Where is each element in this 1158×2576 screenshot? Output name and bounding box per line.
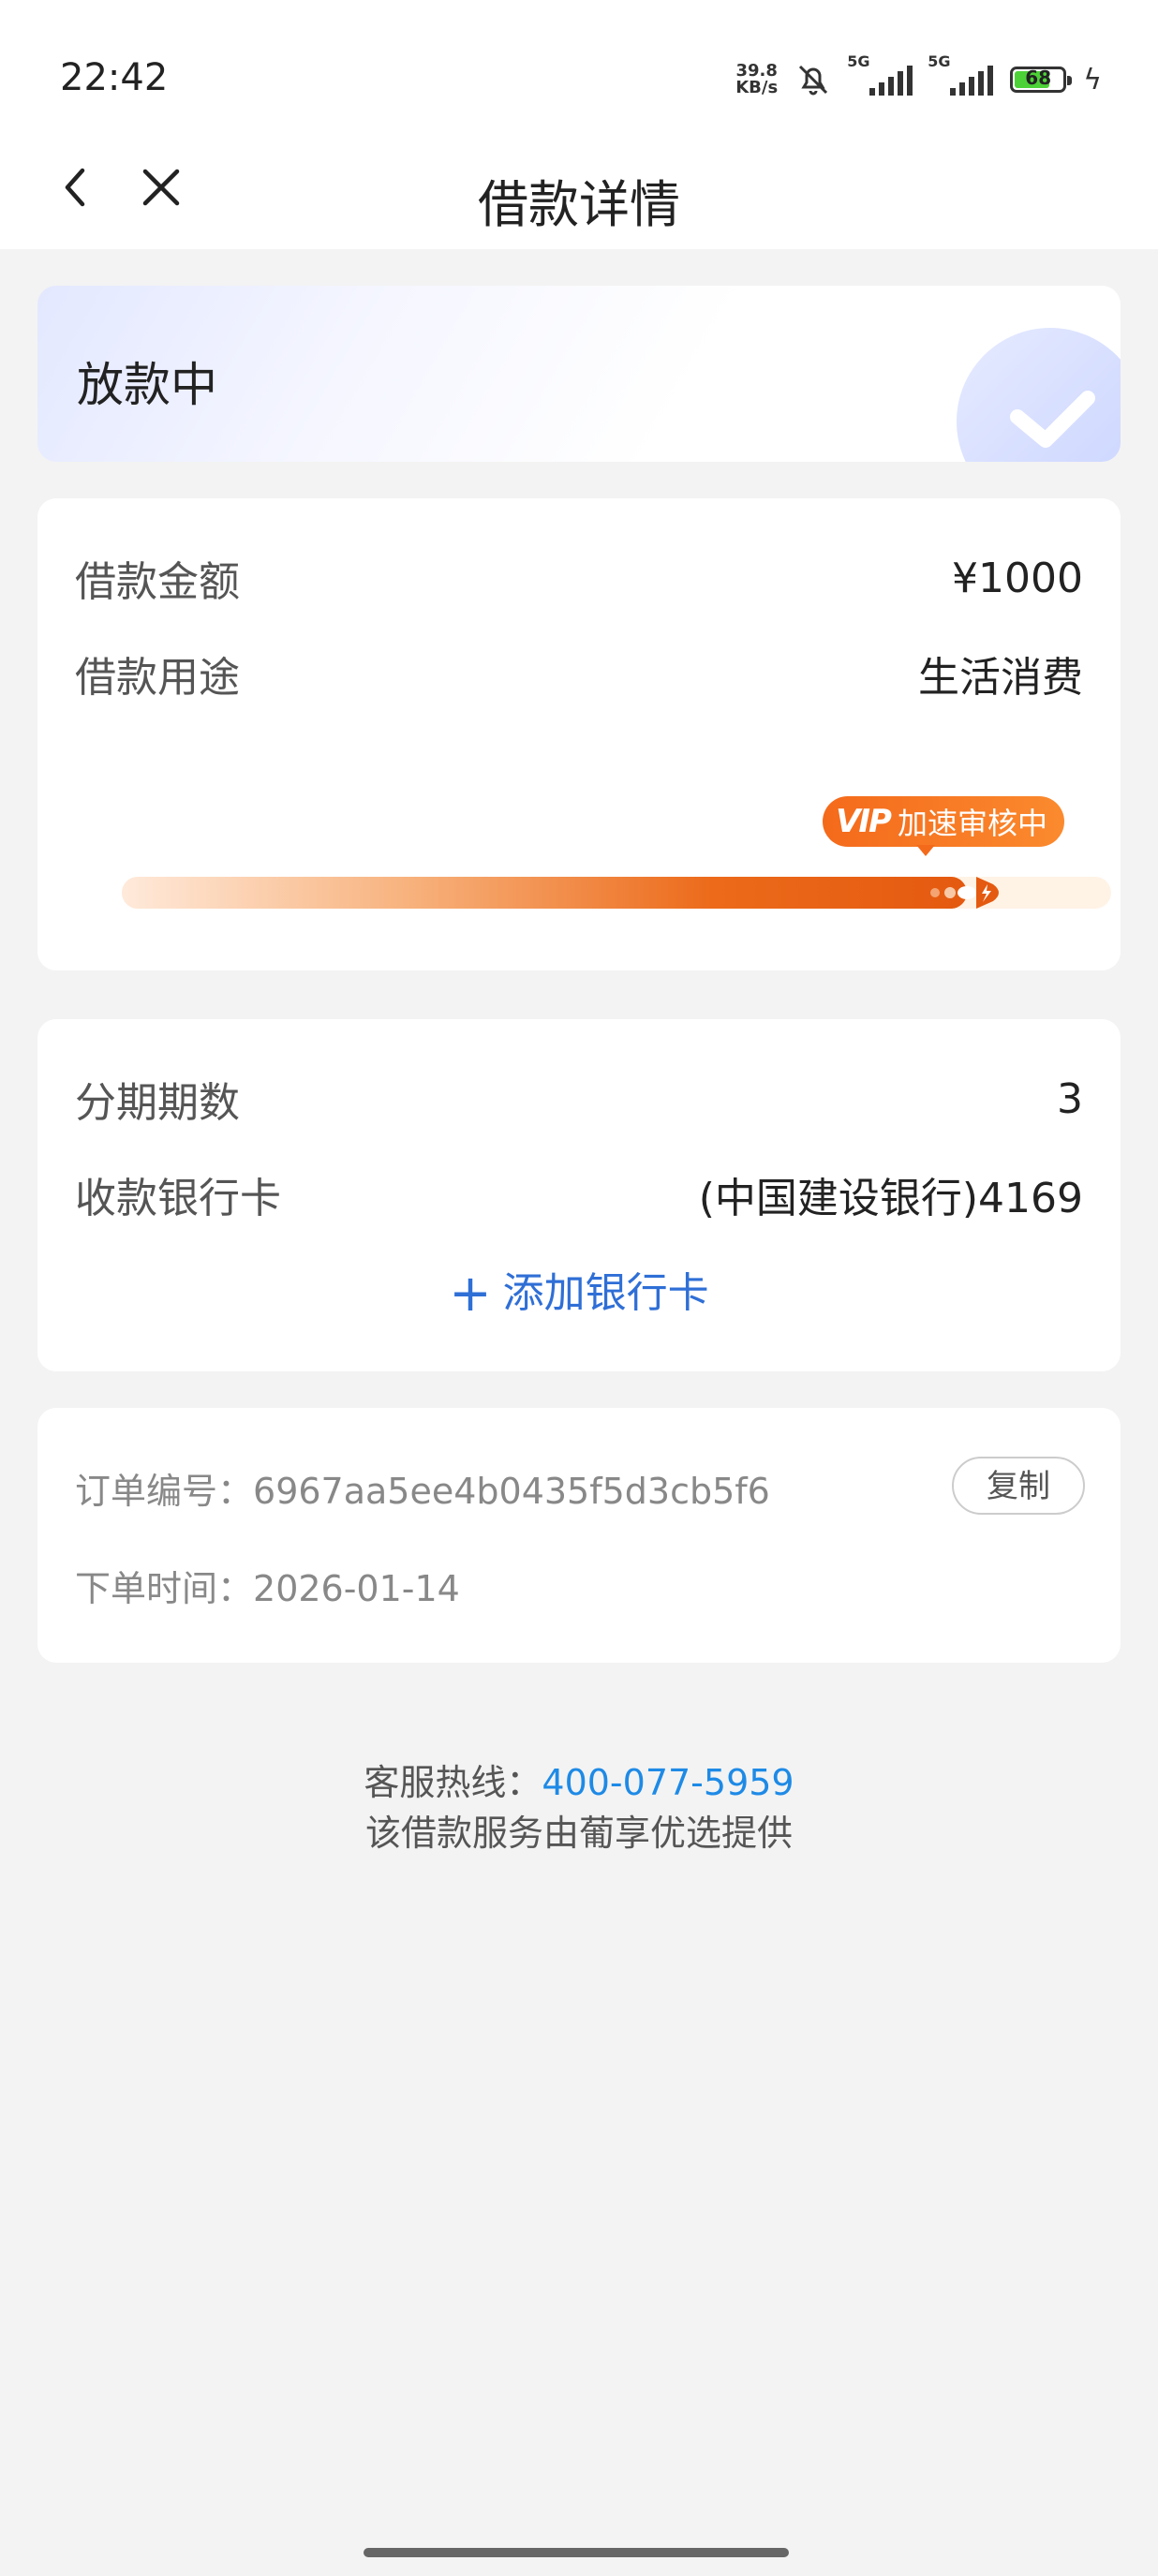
amount-row: 借款金额 ¥1000 bbox=[75, 545, 1083, 611]
purpose-label: 借款用途 bbox=[75, 654, 240, 702]
bank-card-row: 收款银行卡 (中国建设银行)4169 bbox=[75, 1162, 1083, 1227]
rocket-icon bbox=[930, 877, 999, 909]
signal-icon: 5G bbox=[847, 52, 913, 96]
page-title: 借款详情 bbox=[478, 175, 680, 234]
plus-icon: + bbox=[449, 1264, 492, 1323]
installment-card: 分期期数 3 收款银行卡 (中国建设银行)4169 + 添加银行卡 bbox=[37, 1019, 1121, 1371]
order-info-card: 订单编号：6967aa5ee4b0435f5d3cb5f6 复制 下单时间：20… bbox=[37, 1408, 1121, 1663]
add-bank-card-label: 添加银行卡 bbox=[502, 1269, 709, 1317]
provider-text: 该借款服务由葡享优选提供 bbox=[364, 1813, 793, 1854]
loan-status-card: 放款中 bbox=[37, 286, 1121, 462]
network-speed-unit: KB/s bbox=[735, 78, 779, 97]
order-time-row: 下单时间：2026-01-14 bbox=[75, 1560, 460, 1611]
vip-badge: VIP 加速审核中 bbox=[823, 796, 1064, 856]
bank-card-label: 收款银行卡 bbox=[75, 1175, 281, 1222]
order-id-value: 6967aa5ee4b0435f5d3cb5f6 bbox=[253, 1471, 770, 1512]
progress-fill bbox=[122, 877, 967, 909]
hotline-label: 客服热线： bbox=[364, 1762, 542, 1803]
order-id-label: 订单编号： bbox=[75, 1471, 254, 1512]
signal-1-tag: 5G bbox=[847, 52, 870, 70]
signal-icon: 5G bbox=[928, 52, 994, 96]
hotline-number-link[interactable]: 400-077-5959 bbox=[542, 1762, 794, 1803]
add-bank-card-button[interactable]: + 添加银行卡 bbox=[37, 1259, 1121, 1323]
vip-mark: VIP bbox=[836, 803, 892, 840]
amount-label: 借款金额 bbox=[75, 558, 240, 606]
periods-label: 分期期数 bbox=[75, 1079, 240, 1127]
vip-badge-label: 加速审核中 bbox=[897, 806, 1047, 841]
nav-bar: 借款详情 bbox=[0, 131, 1158, 249]
amount-value: ¥1000 bbox=[952, 554, 1083, 602]
battery-level: 68 bbox=[1025, 67, 1052, 89]
status-time: 22:42 bbox=[60, 56, 169, 99]
loan-amount-card: 借款金额 ¥1000 借款用途 生活消费 VIP 加速审核中 bbox=[37, 498, 1121, 970]
purpose-row: 借款用途 生活消费 bbox=[75, 641, 1083, 706]
purpose-value: 生活消费 bbox=[918, 654, 1083, 702]
hotline-row: 客服热线：400-077-5959 bbox=[0, 1757, 1158, 1808]
periods-value: 3 bbox=[1057, 1074, 1083, 1123]
battery-icon: 68 bbox=[1010, 67, 1073, 93]
loan-status: 放款中 bbox=[77, 358, 217, 412]
charging-icon: ϟ bbox=[1083, 63, 1102, 96]
order-id-row: 订单编号：6967aa5ee4b0435f5d3cb5f6 bbox=[75, 1462, 770, 1514]
review-progress: VIP 加速审核中 bbox=[84, 789, 1111, 967]
copy-button[interactable]: 复制 bbox=[952, 1457, 1085, 1515]
network-speed: 39.8 KB/s bbox=[735, 63, 778, 96]
bell-muted-icon bbox=[799, 65, 828, 96]
home-indicator[interactable] bbox=[364, 2548, 789, 2557]
bank-card-value: (中国建设银行)4169 bbox=[698, 1175, 1083, 1222]
status-bar: 22:42 39.8 KB/s 5G 5G 68 ϟ bbox=[0, 0, 1158, 150]
order-time-value: 2026-01-14 bbox=[253, 1568, 460, 1609]
check-circle-icon bbox=[957, 328, 1121, 462]
order-time-label: 下单时间： bbox=[75, 1568, 254, 1609]
status-icons: 39.8 KB/s 5G 5G 68 ϟ bbox=[735, 52, 1102, 103]
periods-row: 分期期数 3 bbox=[75, 1066, 1083, 1132]
signal-2-tag: 5G bbox=[928, 52, 951, 70]
footer: 客服热线：400-077-5959 该借款服务由葡享优选提供 bbox=[0, 1757, 1158, 1858]
